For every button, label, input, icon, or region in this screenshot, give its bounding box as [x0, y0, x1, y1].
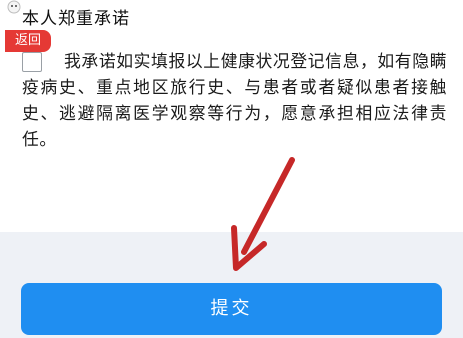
submit-button[interactable]: 提交 [21, 283, 442, 335]
pledge-section: 本人郑重承诺 返回 我承诺如实填报以上健康状况登记信息，如有隐瞒疫病史、重点地区… [0, 0, 463, 232]
pledge-statement: 我承诺如实填报以上健康状况登记信息，如有隐瞒疫病史、重点地区旅行史、与患者或者疑… [22, 51, 447, 149]
pledge-title: 本人郑重承诺 [22, 9, 130, 29]
cartoon-avatar-icon [7, 0, 21, 14]
